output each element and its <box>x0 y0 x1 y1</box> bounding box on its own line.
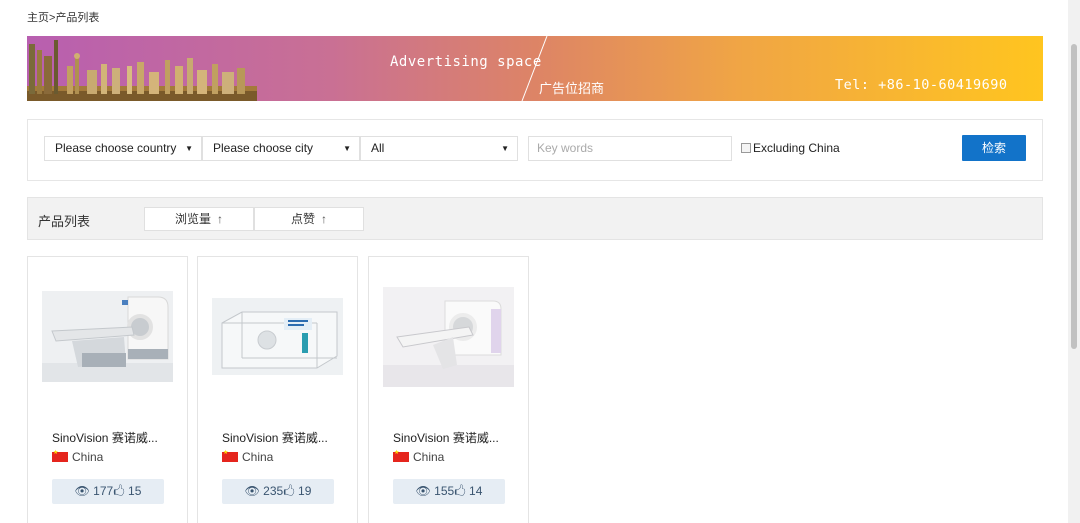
keywords-input[interactable]: Key words <box>528 136 732 161</box>
up-arrow-icon: ↑ <box>321 212 327 226</box>
breadcrumb-current: 产品列表 <box>55 12 100 24</box>
search-button[interactable]: 检索 <box>962 135 1026 161</box>
ct-scanner-image[interactable] <box>42 291 173 382</box>
product-stats: 👁 177🖒 15 <box>52 479 164 504</box>
like-count: 15 <box>128 484 142 498</box>
breadcrumb: 主页>产品列表 <box>27 9 99 25</box>
vertical-scrollbar[interactable] <box>1068 0 1080 523</box>
product-card[interactable]: SinoVision 赛诺威... China 👁 155🖒 14 <box>368 256 529 523</box>
product-country: China <box>393 449 445 464</box>
view-count: 177 <box>93 484 114 498</box>
country-name: China <box>242 450 274 464</box>
product-country: China <box>52 449 104 464</box>
view-count: 235 <box>263 484 284 498</box>
thumbs-up-icon: 🖒 <box>283 484 295 498</box>
product-stats: 👁 155🖒 14 <box>393 479 505 504</box>
view-count: 155 <box>434 484 455 498</box>
dropdown-arrow-icon: ▼ <box>343 144 351 153</box>
scrollbar-thumb[interactable] <box>1071 44 1077 349</box>
sort-views-label: 浏览量 <box>174 212 211 226</box>
dropdown-arrow-icon: ▼ <box>501 144 509 153</box>
product-list-bar: 产品列表 浏览量 ↑ 点赞 ↑ <box>27 197 1043 240</box>
product-stats: 👁 235🖒 19 <box>222 479 334 504</box>
category-select-value: All <box>371 141 385 155</box>
product-country: China <box>222 449 274 464</box>
sort-likes-label: 点赞 <box>290 212 315 226</box>
ct-scanner-image[interactable] <box>383 287 514 387</box>
ct-scanner-room-image[interactable] <box>212 298 343 375</box>
china-flag-icon <box>52 449 68 462</box>
category-select[interactable]: All ▼ <box>360 136 518 161</box>
eye-icon: 👁 <box>244 484 260 498</box>
city-select-value: Please choose city <box>213 141 314 155</box>
country-name: China <box>413 450 445 464</box>
thumbs-up-icon: 🖒 <box>454 484 466 498</box>
china-flag-icon <box>222 449 238 462</box>
checkbox-icon[interactable] <box>741 143 751 153</box>
product-card[interactable]: SinoVision 赛诺威... China 👁 177🖒 15 <box>27 256 188 523</box>
country-select-value: Please choose country <box>55 141 177 155</box>
eye-icon: 👁 <box>415 484 431 498</box>
country-name: China <box>72 450 104 464</box>
thumbs-up-icon: 🖒 <box>113 484 125 498</box>
city-skyline-image <box>27 40 257 101</box>
up-arrow-icon: ↑ <box>217 212 223 226</box>
product-list-title: 产品列表 <box>38 214 91 229</box>
ad-text-cn: 广告位招商 <box>539 81 605 96</box>
eye-icon: 👁 <box>74 484 90 498</box>
china-flag-icon <box>393 449 409 462</box>
excluding-china-label: Excluding China <box>753 141 840 155</box>
product-name[interactable]: SinoVision 赛诺威... <box>222 429 328 446</box>
excluding-china-toggle[interactable]: Excluding China <box>741 141 840 155</box>
product-card[interactable]: SinoVision 赛诺威... China 👁 235🖒 19 <box>197 256 358 523</box>
dropdown-arrow-icon: ▼ <box>185 144 193 153</box>
product-name[interactable]: SinoVision 赛诺威... <box>393 429 499 446</box>
like-count: 19 <box>298 484 312 498</box>
product-name[interactable]: SinoVision 赛诺威... <box>52 429 158 446</box>
breadcrumb-home[interactable]: 主页 <box>27 12 49 24</box>
city-select[interactable]: Please choose city ▼ <box>202 136 360 161</box>
sort-by-views-button[interactable]: 浏览量 ↑ <box>144 207 254 231</box>
country-select[interactable]: Please choose country ▼ <box>44 136 202 161</box>
like-count: 14 <box>469 484 483 498</box>
sort-by-likes-button[interactable]: 点赞 ↑ <box>254 207 364 231</box>
ad-phone: Tel: +86-10-60419690 <box>835 77 1008 93</box>
filter-panel: Please choose country ▼ Please choose ci… <box>27 119 1043 181</box>
ad-banner[interactable]: Advertising space 广告位招商 Tel: +86-10-6041… <box>27 36 1043 101</box>
